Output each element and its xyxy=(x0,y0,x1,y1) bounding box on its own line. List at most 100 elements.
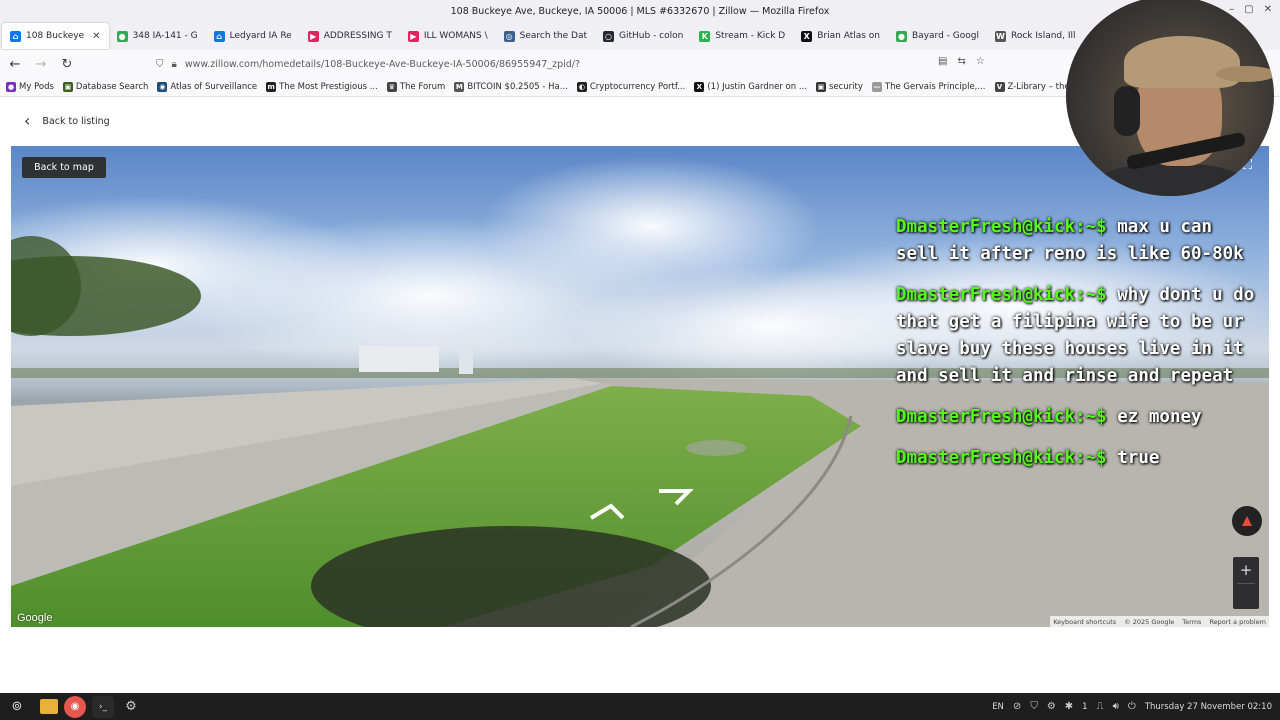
tab-label: Rock Island, Ill xyxy=(1010,31,1076,41)
window-title: 108 Buckeye Ave, Buckeye, IA 50006 | MLS… xyxy=(450,5,830,17)
bookmark-favicon-icon: ▣ xyxy=(62,82,73,92)
taskbar: ⊚ ◉ ›_ ⚙ EN ⊘ ⛉ ⚙ ✱ 1 ⎍ 🔊︎ ⏻ Thursday 27… xyxy=(0,693,1280,720)
tab-4[interactable]: ▶ ILL WOMANS \ xyxy=(400,23,496,49)
back-icon[interactable]: ← xyxy=(4,53,26,75)
tab-favicon-icon: ◎ xyxy=(503,30,515,42)
firefox-icon[interactable]: ◉ xyxy=(64,695,86,718)
tab-favicon-icon: W xyxy=(994,30,1006,42)
tab-favicon-icon: ▶ xyxy=(407,30,419,42)
volume-icon[interactable]: 🔊︎ xyxy=(1113,701,1119,712)
shield-tray-icon[interactable]: ⛉ xyxy=(1030,701,1038,712)
bookmark-5[interactable]: M BITCOIN $0.2505 - Ha... xyxy=(454,82,568,92)
lock-icon[interactable]: 🔒︎ xyxy=(172,59,177,70)
url-actions: ▤ ⇆ ☆ xyxy=(938,56,985,67)
tab-label: 108 Buckeye xyxy=(26,31,85,41)
stream-chat-overlay: DmasterFresh@kick:~$ max u can sell it a… xyxy=(896,214,1256,486)
bookmark-favicon-icon: M xyxy=(454,82,465,92)
tab-favicon-icon: ○ xyxy=(603,30,615,42)
bookmark-0[interactable]: ● My Pods xyxy=(6,82,54,92)
bookmark-favicon-icon: ● xyxy=(6,82,16,92)
webcam-overlay xyxy=(1066,0,1274,196)
maximize-button[interactable]: ▢ xyxy=(1244,4,1253,15)
terms-link[interactable]: Terms xyxy=(1182,618,1201,626)
file-manager-icon[interactable] xyxy=(40,699,58,714)
terminal-icon[interactable]: ›_ xyxy=(92,695,114,718)
close-window-button[interactable]: ✕ xyxy=(1264,4,1272,15)
bookmark-label: Cryptocurrency Portf... xyxy=(589,82,686,92)
start-menu-icon[interactable]: ⊚ xyxy=(6,696,28,718)
obs-icon[interactable]: ⊘ xyxy=(1013,701,1021,712)
chat-username: DmasterFresh@kick:~$ xyxy=(896,407,1107,427)
zoom-out-button[interactable] xyxy=(1233,584,1259,610)
reload-icon[interactable]: ↻ xyxy=(56,53,78,75)
tab-6[interactable]: ○ GitHub - colon xyxy=(595,23,691,49)
zoom-control: + xyxy=(1233,557,1259,609)
bookmark-label: The Forum xyxy=(399,82,446,92)
translate-icon[interactable]: ⇆ xyxy=(957,56,965,67)
tab-label: Ledyard IA Re xyxy=(229,31,292,41)
chat-username: DmasterFresh@kick:~$ xyxy=(896,285,1107,305)
settings-app-icon[interactable]: ⚙ xyxy=(120,696,142,718)
url-text[interactable]: www.zillow.com/homedetails/108-Buckeye-A… xyxy=(185,59,580,70)
window-controls: – ▢ ✕ xyxy=(1229,4,1272,15)
tab-10[interactable]: W Rock Island, Ill xyxy=(987,23,1084,49)
reader-view-icon[interactable]: ▤ xyxy=(938,56,947,67)
tab-1[interactable]: ● 348 IA-141 - G xyxy=(109,23,206,49)
copyright-text: © 2025 Google xyxy=(1124,617,1175,626)
bookmark-4[interactable]: ♛ The Forum xyxy=(386,82,446,92)
report-problem-link[interactable]: Report a problem xyxy=(1209,618,1266,626)
gear-tray-icon[interactable]: ⚙ xyxy=(1047,701,1056,712)
bookmark-1[interactable]: ▣ Database Search xyxy=(62,82,148,92)
chat-username: DmasterFresh@kick:~$ xyxy=(896,217,1107,237)
tab-label: Stream - Kick D xyxy=(715,31,786,41)
back-to-map-button[interactable]: Back to map xyxy=(22,157,106,178)
bookmark-9[interactable]: — The Gervais Principle,... xyxy=(871,82,986,92)
bookmark-label: BITCOIN $0.2505 - Ha... xyxy=(467,82,568,92)
tab-5[interactable]: ◎ Search the Dat xyxy=(496,23,595,49)
bookmark-label: Atlas of Surveillance xyxy=(170,82,258,92)
tab-3[interactable]: ▶ ADDRESSING T xyxy=(300,23,400,49)
chat-message: DmasterFresh@kick:~$ true xyxy=(896,445,1256,472)
forward-icon[interactable]: → xyxy=(30,53,52,75)
chat-message: DmasterFresh@kick:~$ max u can sell it a… xyxy=(896,214,1256,268)
clock[interactable]: Thursday 27 November 02:10 xyxy=(1145,702,1272,712)
close-tab-icon[interactable]: ✕ xyxy=(92,31,100,42)
bookmark-label: The Gervais Principle,... xyxy=(884,82,986,92)
bookmark-3[interactable]: m The Most Prestigious ... xyxy=(266,82,378,92)
tab-0[interactable]: ⌂ 108 Buckeye ✕ xyxy=(2,23,109,49)
network-icon[interactable]: ⎍ xyxy=(1097,701,1104,712)
chat-message: DmasterFresh@kick:~$ ez money xyxy=(896,404,1256,431)
tab-9[interactable]: ● Bayard - Googl xyxy=(888,23,987,49)
chat-username: DmasterFresh@kick:~$ xyxy=(896,448,1107,468)
shield-icon[interactable]: ⛉ xyxy=(156,59,164,70)
power-icon[interactable]: ⏻ xyxy=(1128,701,1136,712)
map-attribution: Keyboard shortcuts © 2025 Google Terms R… xyxy=(1050,616,1269,627)
google-logo: Google xyxy=(17,612,53,624)
notification-icon[interactable]: ✱ xyxy=(1065,701,1073,712)
tab-favicon-icon: ⌂ xyxy=(10,30,21,42)
compass-icon[interactable] xyxy=(1232,506,1262,536)
tab-8[interactable]: X Brian Atlas on xyxy=(793,23,888,49)
system-tray: EN ⊘ ⛉ ⚙ ✱ 1 ⎍ 🔊︎ ⏻ Thursday 27 November… xyxy=(992,693,1272,720)
bookmark-favicon-icon: ◐ xyxy=(576,82,587,92)
bookmark-6[interactable]: ◐ Cryptocurrency Portf... xyxy=(576,82,686,92)
bookmark-label: My Pods xyxy=(19,82,54,92)
bookmark-8[interactable]: ▣ security xyxy=(815,82,863,92)
keyboard-layout[interactable]: EN xyxy=(992,702,1004,712)
address-bar[interactable]: ⛉ 🔒︎ www.zillow.com/homedetails/108-Buck… xyxy=(156,53,996,75)
tab-favicon-icon: ▶ xyxy=(307,30,319,42)
bookmark-star-icon[interactable]: ☆ xyxy=(976,56,985,67)
zoom-in-button[interactable]: + xyxy=(1233,557,1259,583)
bookmark-favicon-icon: V xyxy=(994,82,1005,92)
chat-message: DmasterFresh@kick:~$ why dont u do that … xyxy=(896,282,1256,390)
tab-2[interactable]: ⌂ Ledyard IA Re xyxy=(206,23,300,49)
bookmark-favicon-icon: m xyxy=(266,82,277,92)
bookmark-7[interactable]: X (1) Justin Gardner on ... xyxy=(694,82,807,92)
tab-label: ILL WOMANS \ xyxy=(423,31,488,41)
tab-label: GitHub - colon xyxy=(619,31,684,41)
tab-7[interactable]: K Stream - Kick D xyxy=(691,23,793,49)
back-to-listing-link[interactable]: ‹ Back to listing xyxy=(24,113,110,129)
keyboard-shortcuts-link[interactable]: Keyboard shortcuts xyxy=(1053,618,1116,626)
bookmark-2[interactable]: ◉ Atlas of Surveillance xyxy=(157,82,257,92)
tab-favicon-icon: ● xyxy=(116,30,128,42)
